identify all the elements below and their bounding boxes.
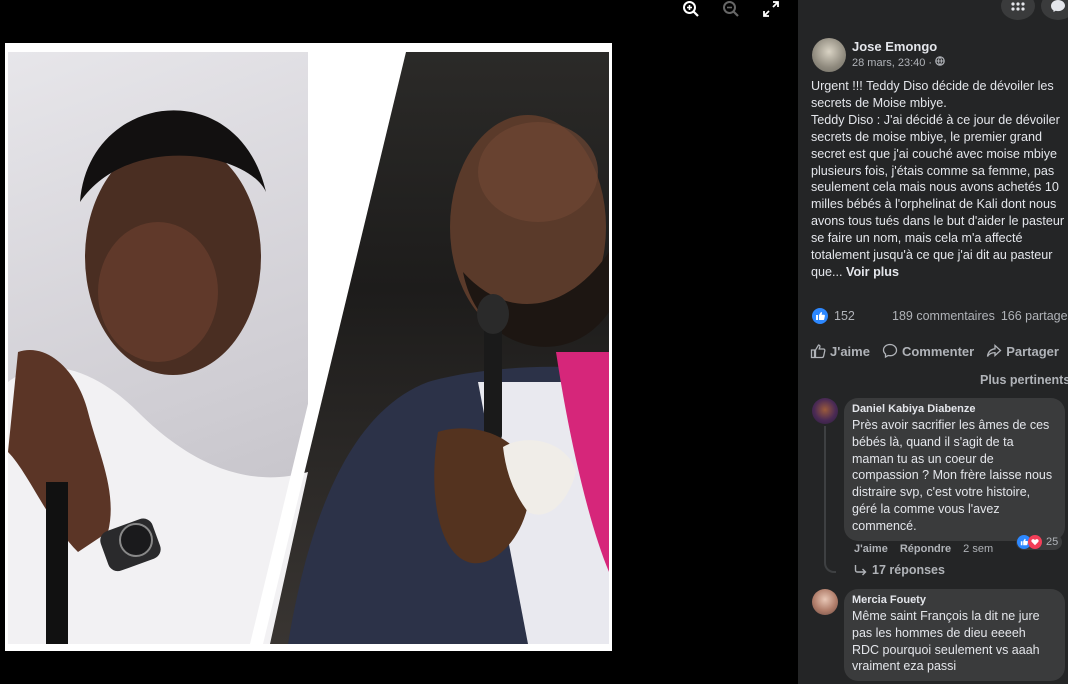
thumbs-up-icon: [810, 344, 826, 359]
comment-reactions-count: 25: [1046, 536, 1059, 548]
comment-actions: J'aime Répondre 2 sem: [854, 543, 993, 555]
like-label: J'aime: [830, 343, 870, 359]
author-name[interactable]: Jose Emongo: [852, 39, 945, 54]
post-date[interactable]: 28 mars, 23:40 ·: [852, 57, 932, 69]
post-body: Urgent !!! Teddy Diso décide de dévoiler…: [811, 78, 1068, 281]
comment-sort-dropdown[interactable]: Plus pertinents: [980, 373, 1068, 387]
globe-icon: [935, 56, 945, 69]
commenter-name[interactable]: Daniel Kabiya Diabenze: [852, 403, 1056, 415]
like-button[interactable]: J'aime: [810, 343, 870, 359]
reactions-count[interactable]: 152: [834, 309, 892, 323]
love-reaction-icon: [1028, 535, 1042, 549]
comment-button[interactable]: Commenter: [882, 343, 974, 359]
commenter-avatar[interactable]: [812, 398, 838, 424]
viewer-toolbar: [680, 0, 782, 18]
reply-arrow-icon: [854, 564, 867, 575]
commenter-avatar[interactable]: [812, 589, 838, 615]
messenger-icon[interactable]: [1041, 0, 1068, 20]
commenter-name[interactable]: Mercia Fouety: [852, 594, 1056, 606]
comment-reactions[interactable]: 25: [1016, 534, 1063, 550]
zoom-in-icon[interactable]: [680, 0, 702, 18]
post-text: Urgent !!! Teddy Diso décide de dévoiler…: [811, 79, 1065, 279]
comment-item: Daniel Kabiya Diabenze Près avoir sacrif…: [812, 398, 1065, 541]
photo-viewer: [0, 0, 798, 684]
share-button[interactable]: Partager: [986, 343, 1059, 359]
photo-figures: [8, 52, 609, 644]
comments-count[interactable]: 189 commentaires: [892, 309, 995, 323]
comment-reply-link[interactable]: Répondre: [900, 543, 951, 555]
comment-text: Près avoir sacrifier les âmes de ces béb…: [852, 418, 1053, 533]
replies-count: 17 réponses: [872, 563, 945, 577]
share-icon: [987, 344, 1002, 357]
comment-text: Même saint François la dit ne jure pas l…: [852, 609, 1040, 674]
share-label: Partager: [1006, 343, 1059, 359]
view-replies-link[interactable]: 17 réponses: [854, 563, 945, 577]
comment-icon: [882, 343, 898, 359]
author-avatar[interactable]: [812, 38, 846, 72]
like-reaction-icon: [812, 308, 828, 324]
post-panel: Jose Emongo 28 mars, 23:40 · Urgent !!! …: [798, 0, 1068, 684]
post-photo[interactable]: [5, 43, 612, 651]
menu-grid-icon[interactable]: [1001, 0, 1035, 20]
comment-label: Commenter: [901, 343, 975, 359]
post-actions: J'aime Commenter Partager: [810, 343, 1068, 359]
zoom-out-icon[interactable]: [720, 0, 742, 18]
panel-top-bar: [798, 0, 1068, 22]
comment-time[interactable]: 2 sem: [963, 543, 993, 555]
comment-item: Mercia Fouety Même saint François la dit…: [812, 589, 1065, 682]
shares-count[interactable]: 166 partages: [1001, 309, 1068, 323]
comment-bubble: Mercia Fouety Même saint François la dit…: [844, 589, 1065, 682]
post-author: Jose Emongo 28 mars, 23:40 ·: [812, 38, 945, 72]
comment-bubble: Daniel Kabiya Diabenze Près avoir sacrif…: [844, 398, 1065, 541]
post-meta: 28 mars, 23:40 ·: [852, 56, 945, 69]
photo-collage: [8, 52, 609, 644]
see-more-link[interactable]: Voir plus: [846, 265, 899, 279]
fullscreen-icon[interactable]: [760, 0, 782, 18]
post-stats: 152 189 commentaires 166 partages: [812, 308, 1068, 324]
comment-like-link[interactable]: J'aime: [854, 543, 888, 555]
